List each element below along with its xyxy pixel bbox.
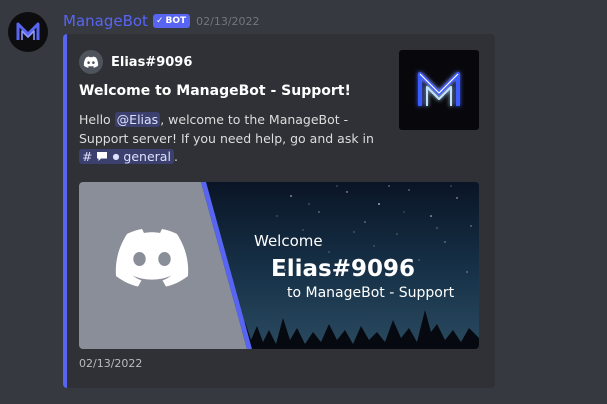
message-timestamp[interactable]: 02/13/2022 [196, 15, 259, 28]
embed-author-name: Elias#9096 [111, 54, 193, 70]
embed-accent-bar [63, 34, 67, 388]
embed-author: Elias#9096 [79, 50, 192, 74]
bot-avatar[interactable] [8, 12, 48, 52]
message-header: ManageBot ✓ BOT 02/13/2022 [63, 11, 260, 31]
banner-welcome-text: Welcome [254, 232, 323, 250]
welcome-embed: Elias#9096 Welcome to ManageBot - Suppor… [63, 34, 495, 388]
channel-mention[interactable]: # ● general [79, 149, 174, 164]
bot-tag-label: BOT [165, 16, 187, 26]
checkmark-icon: ✓ [155, 15, 164, 26]
managebot-neon-logo-icon [418, 72, 460, 106]
welcome-banner-image[interactable]: Welcome Elias#9096 to ManageBot - Suppor… [79, 182, 479, 349]
banner-server-text: to ManageBot - Support [287, 285, 455, 301]
desc-prefix: Hello [79, 112, 115, 127]
embed-footer-timestamp: 02/13/2022 [79, 357, 143, 370]
text-channel-hash-icon: # [82, 149, 93, 164]
discord-logo-icon [79, 50, 103, 74]
banner-discord-logo-icon [115, 229, 189, 287]
embed-title: Welcome to ManageBot - Support! [79, 83, 351, 99]
bot-tag: ✓ BOT [152, 14, 191, 28]
speech-bubble-icon [97, 152, 108, 161]
user-mention[interactable]: @Elias [114, 112, 161, 127]
embed-description: Hello @Elias, welcome to the ManageBot -… [79, 111, 385, 167]
channel-separator: ● [112, 152, 120, 161]
banner-username-text: Elias#9096 [271, 256, 415, 282]
managebot-logo-icon [16, 22, 40, 40]
embed-thumbnail[interactable] [399, 50, 479, 130]
desc-suffix: . [173, 149, 178, 164]
channel-name: general [123, 149, 171, 164]
username[interactable]: ManageBot [63, 12, 148, 30]
chat-message: ManageBot ✓ BOT 02/13/2022 Elias#9096 We… [0, 0, 607, 404]
